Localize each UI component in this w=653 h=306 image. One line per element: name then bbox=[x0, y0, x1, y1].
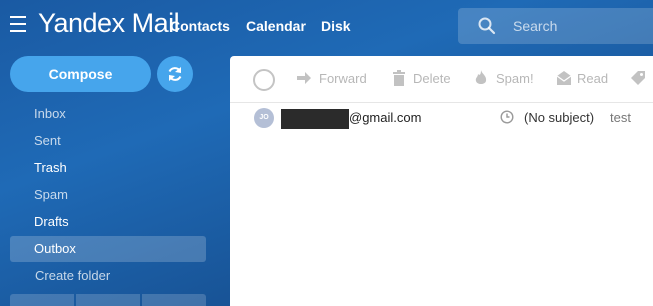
message-panel: Forward Delete Spam! Read JO @gmail.com bbox=[230, 56, 653, 306]
menu-icon[interactable] bbox=[10, 16, 26, 34]
nav-calendar[interactable]: Calendar bbox=[246, 18, 306, 34]
fire-icon bbox=[475, 70, 487, 84]
sidebar-item-trash[interactable]: Trash bbox=[34, 160, 67, 175]
trash-icon bbox=[393, 70, 405, 86]
sidebar-bottom-button[interactable] bbox=[76, 294, 140, 306]
refresh-icon bbox=[168, 67, 182, 81]
spam-button[interactable]: Spam! bbox=[496, 71, 534, 86]
nav-disk[interactable]: Disk bbox=[321, 18, 351, 34]
sidebar-bottom-button[interactable] bbox=[10, 294, 74, 306]
sidebar-item-outbox[interactable]: Outbox bbox=[34, 241, 76, 256]
forward-button[interactable]: Forward bbox=[319, 71, 367, 86]
sidebar-bottom-buttons bbox=[10, 294, 206, 306]
redacted-sender bbox=[281, 109, 349, 129]
sender-email: @gmail.com bbox=[349, 110, 422, 125]
compose-button[interactable]: Compose bbox=[10, 56, 151, 92]
nav-contacts[interactable]: Contacts bbox=[170, 18, 230, 34]
toolbar: Forward Delete Spam! Read bbox=[230, 56, 653, 103]
create-folder-link[interactable]: Create folder bbox=[35, 268, 110, 283]
sidebar-item-drafts[interactable]: Drafts bbox=[34, 214, 69, 229]
sidebar-item-spam[interactable]: Spam bbox=[34, 187, 68, 202]
message-snippet: test bbox=[610, 110, 631, 125]
select-all-checkbox[interactable] bbox=[253, 69, 275, 91]
sidebar-bottom-button[interactable] bbox=[142, 294, 206, 306]
avatar: JO bbox=[254, 108, 274, 128]
forward-icon bbox=[297, 72, 311, 84]
message-row[interactable]: JO @gmail.com (No subject) test bbox=[230, 103, 653, 131]
clock-icon bbox=[500, 110, 514, 124]
logo-brand: Yandex bbox=[38, 8, 125, 38]
message-subject: (No subject) bbox=[524, 110, 595, 125]
delete-button[interactable]: Delete bbox=[413, 71, 451, 86]
read-button[interactable]: Read bbox=[577, 71, 608, 86]
sidebar-item-inbox[interactable]: Inbox bbox=[34, 106, 66, 121]
logo[interactable]: Yandex Mail bbox=[38, 8, 180, 39]
search-placeholder: Search bbox=[513, 18, 558, 34]
refresh-button[interactable] bbox=[157, 56, 193, 92]
envelope-open-icon bbox=[556, 71, 572, 85]
sidebar-item-sent[interactable]: Sent bbox=[34, 133, 61, 148]
search-icon bbox=[478, 17, 496, 35]
search-input[interactable]: Search bbox=[458, 8, 653, 44]
tag-icon[interactable] bbox=[630, 70, 646, 86]
